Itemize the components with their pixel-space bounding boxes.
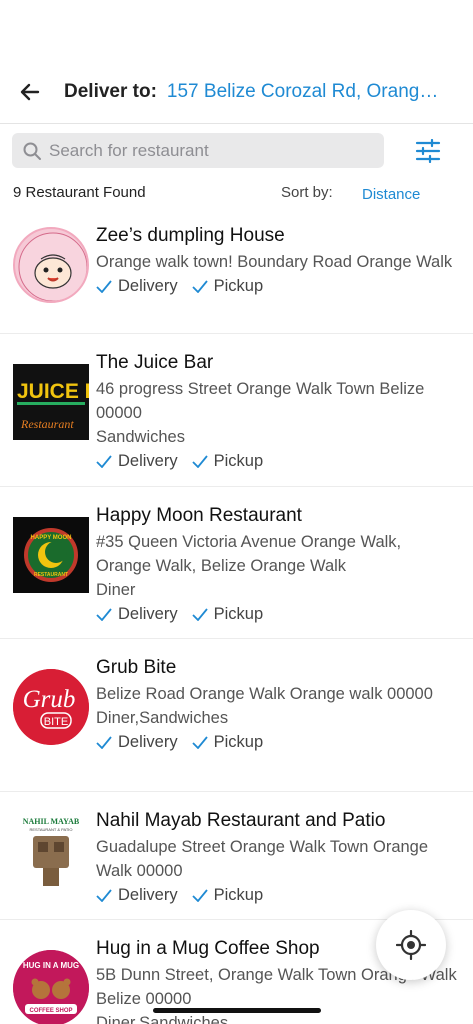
svg-text:RESTAURANT: RESTAURANT [34,572,68,578]
deliver-to-label: Deliver to: [64,80,157,102]
restaurant-logo: HAPPY MOON RESTAURANT [13,517,89,593]
restaurant-address: Guadalupe Street Orange Walk Town Orange… [96,838,429,880]
restaurant-cuisine: Diner,Sandwiches [96,709,229,727]
restaurant-card[interactable]: JUICE BAR Restaurant The Juice Bar 46 pr… [0,334,473,487]
pickup-badge: Pickup [191,886,263,905]
restaurant-list: Zee’s dumpling House Orange walk town! B… [0,212,473,1024]
restaurant-name: Zee’s dumpling House [96,225,285,246]
service-badges: Delivery Pickup [96,602,459,626]
check-icon [96,888,112,902]
svg-text:BITE: BITE [44,716,68,728]
service-badges: Delivery Pickup [96,730,459,754]
restaurant-name: Nahil Mayab Restaurant and Patio [96,810,386,831]
sort-label: Sort by: [281,184,333,201]
top-bar: Deliver to: 157 Belize Corozal Rd, Orang… [0,60,473,124]
restaurant-address: 46 progress Street Orange Walk Town Beli… [96,380,425,422]
svg-text:RESTAURANT & PATIO: RESTAURANT & PATIO [29,827,72,832]
pickup-badge: Pickup [191,733,263,752]
service-badges: Delivery Pickup [96,883,459,907]
my-location-button[interactable] [376,910,446,980]
restaurant-card[interactable]: Grub BITE Grub Bite Belize Road Orange W… [0,639,473,792]
search-input[interactable] [49,140,369,161]
restaurant-address: #35 Queen Victoria Avenue Orange Walk, O… [96,533,402,575]
svg-text:JUICE BAR: JUICE BAR [17,380,89,403]
search-bar[interactable] [12,133,384,168]
restaurant-cuisine: Diner [96,581,136,599]
pickup-badge: Pickup [191,452,263,471]
restaurant-logo: NAHIL MAYAB RESTAURANT & PATIO [13,814,89,890]
restaurant-name: Grub Bite [96,657,177,678]
check-icon [191,735,208,749]
delivery-badge: Delivery [96,733,178,752]
svg-text:NAHIL MAYAB: NAHIL MAYAB [23,817,80,826]
check-icon [191,454,208,468]
search-icon [21,140,43,162]
check-icon [191,279,208,293]
results-count: 9 Restaurant Found [13,184,146,201]
restaurant-name: The Juice Bar [96,352,214,373]
restaurant-logo: JUICE BAR Restaurant [13,364,89,440]
delivery-badge: Delivery [96,886,178,905]
home-indicator [153,1008,321,1013]
check-icon [96,279,112,293]
my-location-icon [396,930,426,960]
service-badges: Delivery Pickup [96,274,459,298]
search-row [0,132,473,172]
sort-dropdown[interactable]: Distance [362,186,420,203]
check-icon [96,607,112,621]
arrow-left-icon [20,83,40,100]
pickup-badge: Pickup [191,605,263,624]
restaurant-cuisine: Sandwiches [96,428,185,446]
check-icon [191,607,208,621]
delivery-badge: Delivery [96,277,178,296]
delivery-address-link[interactable]: 157 Belize Corozal Rd, Orange Walk [167,81,445,103]
sliders-icon [415,139,441,163]
svg-text:COFFEE SHOP: COFFEE SHOP [29,1008,72,1014]
check-icon [191,888,208,902]
delivery-badge: Delivery [96,605,178,624]
svg-text:Restaurant: Restaurant [20,417,74,431]
restaurant-address: Belize Road Orange Walk Orange walk 0000… [96,685,433,703]
restaurant-logo [13,227,89,303]
check-icon [96,454,112,468]
restaurant-card[interactable]: Zee’s dumpling House Orange walk town! B… [0,212,473,334]
restaurant-card[interactable]: HAPPY MOON RESTAURANT Happy Moon Restaur… [0,487,473,639]
svg-text:Grub: Grub [23,686,76,713]
filter-button[interactable] [410,134,446,168]
svg-text:HAPPY MOON: HAPPY MOON [31,535,72,541]
check-icon [96,735,112,749]
restaurant-name: Happy Moon Restaurant [96,505,302,526]
svg-text:HUG IN A MUG: HUG IN A MUG [23,961,79,970]
delivery-badge: Delivery [96,452,178,471]
restaurant-address: Orange walk town! Boundary Road Orange W… [96,253,453,271]
restaurant-logo: Grub BITE [13,669,89,745]
back-button[interactable] [0,60,60,124]
restaurant-card[interactable]: NAHIL MAYAB RESTAURANT & PATIO Nahil May… [0,792,473,920]
pickup-badge: Pickup [191,277,263,296]
restaurant-logo: HUG IN A MUG COFFEE SHOP [13,950,89,1024]
service-badges: Delivery Pickup [96,449,459,473]
results-meta: 9 Restaurant Found Sort by: Distance [0,181,473,209]
